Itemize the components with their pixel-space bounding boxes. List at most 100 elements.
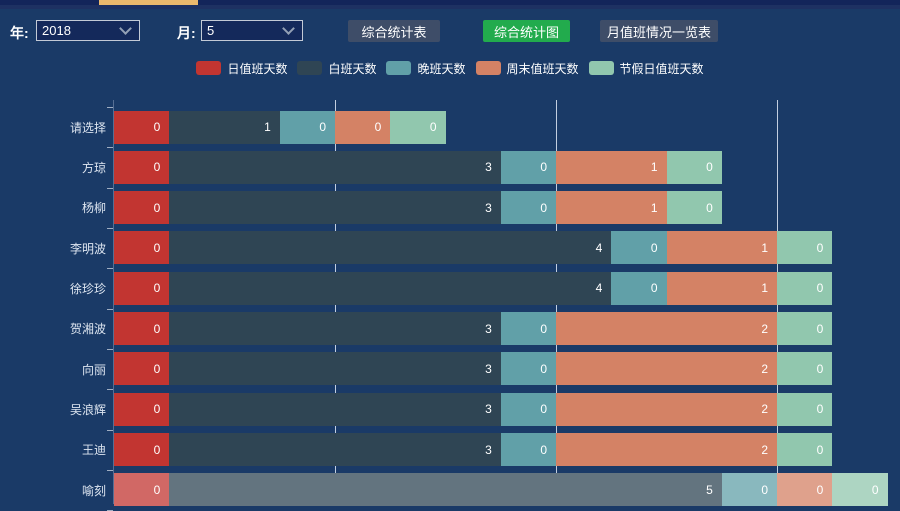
bar-segment[interactable]: 0 — [777, 231, 832, 264]
bar-value-label: 0 — [540, 322, 547, 336]
bar-segment[interactable]: 2 — [556, 352, 777, 385]
bar-segment[interactable]: 3 — [169, 352, 501, 385]
bar-value-label: 0 — [540, 402, 547, 416]
stacked-bar-chart: 请选择01000方琼03010杨柳03010李明波04010徐珍珍04010贺湘… — [0, 0, 900, 504]
bar-segment[interactable]: 0 — [501, 433, 556, 466]
bar-segment[interactable]: 5 — [169, 473, 722, 506]
bar-segment[interactable]: 0 — [722, 473, 777, 506]
bar-segment[interactable]: 0 — [114, 352, 169, 385]
bar-row: 04010 — [114, 231, 832, 264]
bar-row: 05000 — [114, 473, 888, 506]
bar-segment[interactable]: 0 — [501, 191, 556, 224]
bar-value-label: 1 — [761, 281, 768, 295]
bar-segment[interactable]: 1 — [667, 231, 778, 264]
bar-segment[interactable]: 0 — [501, 352, 556, 385]
y-axis-tick — [107, 430, 113, 431]
bar-value-label: 0 — [817, 281, 824, 295]
bar-segment[interactable]: 1 — [667, 272, 778, 305]
bar-value-label: 0 — [154, 201, 161, 215]
bar-segment[interactable]: 0 — [335, 111, 390, 144]
bar-segment[interactable]: 4 — [169, 272, 611, 305]
bar-value-label: 3 — [485, 402, 492, 416]
bar-segment[interactable]: 0 — [611, 272, 666, 305]
bar-value-label: 0 — [154, 322, 161, 336]
category-label: 请选择 — [0, 107, 106, 147]
bar-value-label: 0 — [817, 483, 824, 497]
bar-value-label: 1 — [264, 120, 271, 134]
bar-segment[interactable]: 2 — [556, 433, 777, 466]
bar-segment[interactable]: 3 — [169, 312, 501, 345]
bar-segment[interactable]: 0 — [832, 473, 887, 506]
category-label: 杨柳 — [0, 188, 106, 228]
bar-segment[interactable]: 0 — [777, 272, 832, 305]
bar-value-label: 0 — [817, 241, 824, 255]
bar-segment[interactable]: 4 — [169, 231, 611, 264]
bar-value-label: 2 — [761, 443, 768, 457]
bar-value-label: 0 — [154, 402, 161, 416]
y-axis-tick — [107, 309, 113, 310]
bar-value-label: 0 — [817, 402, 824, 416]
y-axis-tick — [107, 107, 113, 108]
category-label: 吴浪辉 — [0, 389, 106, 429]
bar-row: 03010 — [114, 191, 722, 224]
bar-segment[interactable]: 0 — [114, 433, 169, 466]
bar-segment[interactable]: 0 — [667, 151, 722, 184]
bar-segment[interactable]: 3 — [169, 191, 501, 224]
bar-segment[interactable]: 0 — [114, 312, 169, 345]
category-label: 李明波 — [0, 228, 106, 268]
bar-value-label: 0 — [540, 362, 547, 376]
bar-value-label: 0 — [872, 483, 879, 497]
bar-segment[interactable]: 0 — [114, 272, 169, 305]
bar-segment[interactable]: 1 — [169, 111, 280, 144]
bar-value-label: 0 — [651, 281, 658, 295]
bar-segment[interactable]: 0 — [390, 111, 445, 144]
bar-value-label: 0 — [154, 241, 161, 255]
bar-segment[interactable]: 0 — [777, 312, 832, 345]
bar-value-label: 0 — [817, 362, 824, 376]
bar-segment[interactable]: 1 — [556, 191, 667, 224]
y-axis-tick — [107, 268, 113, 269]
bar-segment[interactable]: 0 — [777, 352, 832, 385]
bar-segment[interactable]: 2 — [556, 393, 777, 426]
bar-segment[interactable]: 2 — [556, 312, 777, 345]
bar-row: 0 3 0 1 0 — [114, 151, 722, 184]
bar-segment[interactable]: 0 — [114, 393, 169, 426]
bar-segment[interactable]: 3 — [169, 433, 501, 466]
bar-value-label: 0 — [375, 120, 382, 134]
bar-segment[interactable]: 1 — [556, 151, 667, 184]
bar-value-label: 0 — [540, 201, 547, 215]
category-label: 喻刻 — [0, 470, 106, 510]
bar-segment[interactable]: 0 — [667, 191, 722, 224]
bar-segment[interactable]: 0 — [114, 191, 169, 224]
bar-value-label: 0 — [154, 443, 161, 457]
category-label: 贺湘波 — [0, 309, 106, 349]
bar-value-label: 1 — [761, 241, 768, 255]
bar-row: 03020 — [114, 433, 832, 466]
bar-segment[interactable]: 0 — [777, 473, 832, 506]
bar-segment[interactable]: 0 — [501, 393, 556, 426]
bar-value-label: 4 — [596, 281, 603, 295]
bar-segment[interactable]: 0 — [114, 473, 169, 506]
bar-segment[interactable]: 0 — [114, 151, 169, 184]
bar-segment[interactable]: 0 — [501, 151, 556, 184]
y-axis-tick — [107, 188, 113, 189]
bar-segment[interactable]: 3 — [169, 393, 501, 426]
category-label: 徐珍珍 — [0, 268, 106, 308]
bar-value-label: 0 — [540, 160, 547, 174]
bar-value-label: 3 — [485, 443, 492, 457]
bar-value-label: 3 — [485, 160, 492, 174]
bar-value-label: 2 — [761, 362, 768, 376]
bar-value-label: 0 — [319, 120, 326, 134]
bar-value-label: 1 — [651, 160, 658, 174]
bar-segment[interactable]: 0 — [280, 111, 335, 144]
bar-segment[interactable]: 0 — [114, 231, 169, 264]
bar-segment[interactable]: 0 — [777, 433, 832, 466]
bar-segment[interactable]: 0 — [114, 111, 169, 144]
bar-value-label: 3 — [485, 201, 492, 215]
bar-segment[interactable]: 0 — [611, 231, 666, 264]
bar-segment[interactable]: 0 — [777, 393, 832, 426]
bar-segment[interactable]: 3 — [169, 151, 501, 184]
bar-segment[interactable]: 0 — [501, 312, 556, 345]
bar-value-label: 0 — [154, 362, 161, 376]
bar-value-label: 0 — [706, 160, 713, 174]
